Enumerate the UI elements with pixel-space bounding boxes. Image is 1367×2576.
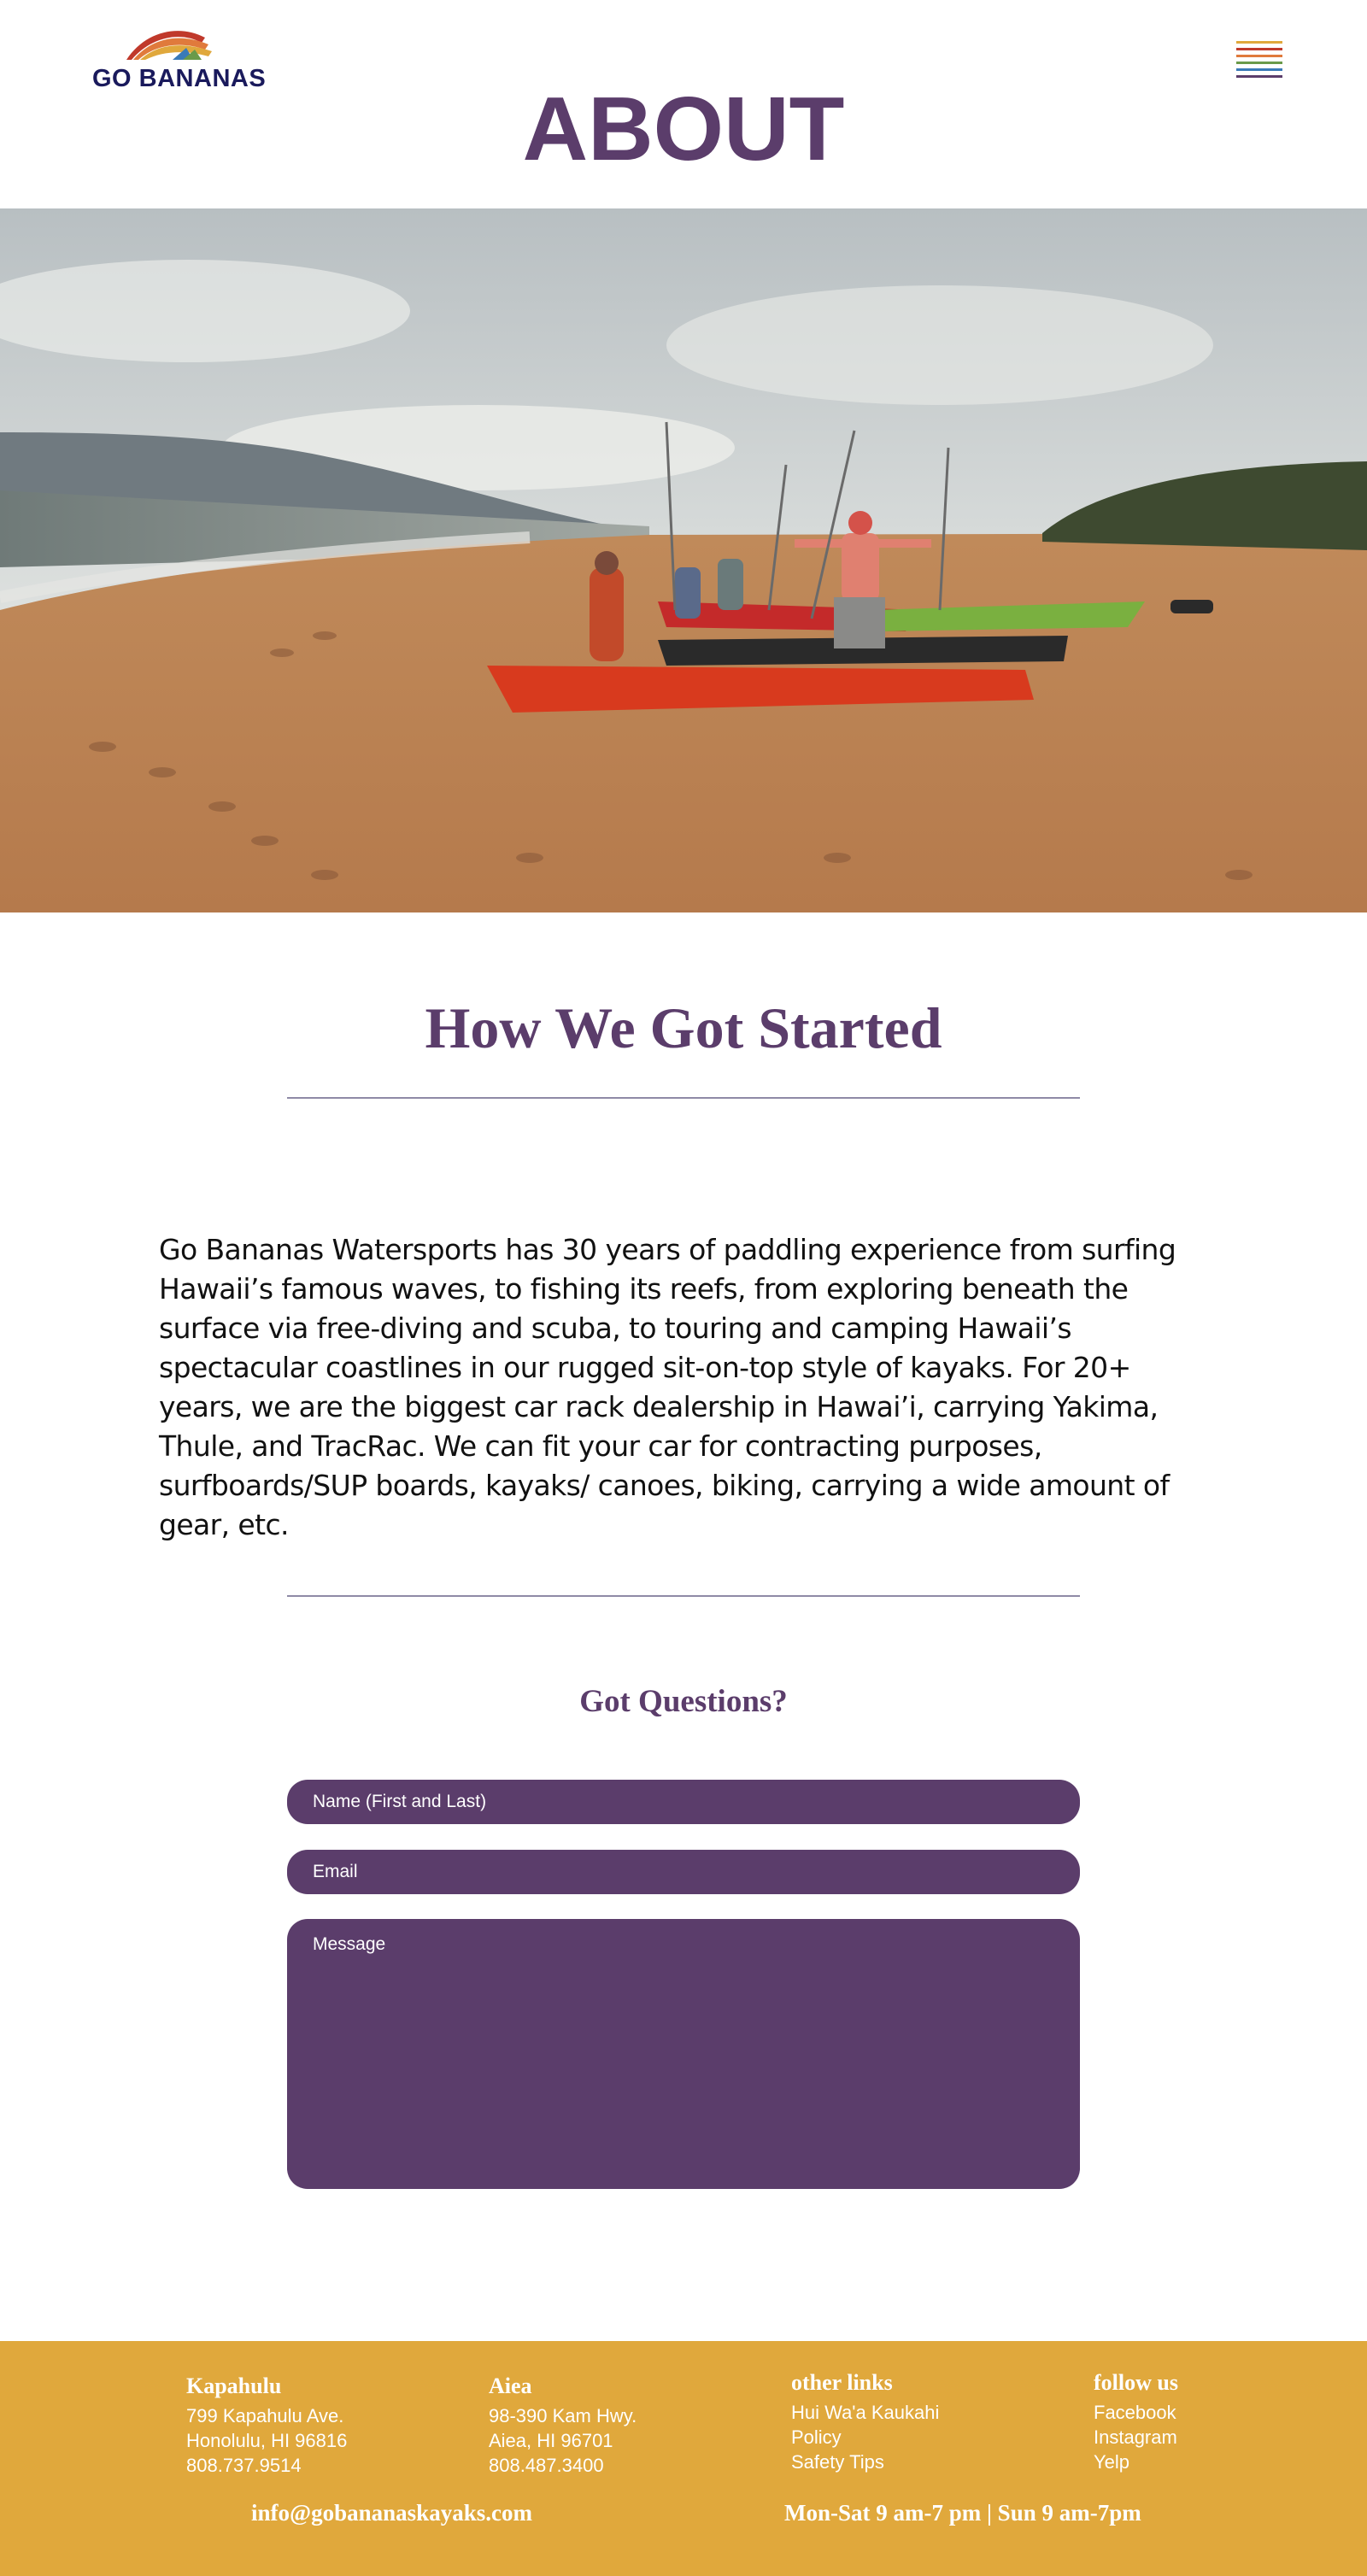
- divider: [287, 1595, 1080, 1597]
- intro-paragraph: Go Bananas Watersports has 30 years of p…: [159, 1233, 1176, 1541]
- menu-stripe: [1236, 68, 1282, 71]
- menu-stripe: [1236, 75, 1282, 78]
- hamburger-menu-icon[interactable]: [1236, 41, 1282, 79]
- footer-other-links: other links Hui Wa'a Kaukahi Policy Safe…: [791, 2370, 939, 2474]
- address-line: 98-390 Kam Hwy.: [489, 2405, 637, 2426]
- menu-stripe: [1236, 62, 1282, 64]
- divider: [287, 1097, 1080, 1099]
- email-field[interactable]: [287, 1850, 1080, 1894]
- hero-image: [0, 208, 1367, 912]
- form-title: Got Questions?: [579, 1684, 788, 1719]
- footer-heading: Aiea: [489, 2374, 532, 2398]
- menu-stripe: [1236, 55, 1282, 57]
- menu-stripe: [1236, 41, 1282, 44]
- footer-follow-us: follow us Facebook Instagram Yelp: [1094, 2370, 1178, 2474]
- site-footer: Kapahulu 799 Kapahulu Ave. Honolulu, HI …: [0, 2341, 1367, 2576]
- footer-heading: other links: [791, 2370, 893, 2395]
- logo-wave-icon: [126, 31, 212, 60]
- footer-hours: Mon-Sat 9 am-7 pm | Sun 9 am-7pm: [784, 2500, 1141, 2526]
- footer-heading: Kapahulu: [186, 2374, 282, 2398]
- link-yelp[interactable]: Yelp: [1094, 2450, 1178, 2474]
- menu-stripe: [1236, 48, 1282, 50]
- phone-number[interactable]: 808.737.9514: [186, 2453, 347, 2478]
- message-field[interactable]: [287, 1919, 1080, 2189]
- footer-kapahulu: Kapahulu 799 Kapahulu Ave. Honolulu, HI …: [186, 2374, 347, 2478]
- address-line: Honolulu, HI 96816: [186, 2430, 348, 2451]
- footer-email-link[interactable]: info@gobananaskayaks.com: [251, 2500, 532, 2526]
- link-safety-tips[interactable]: Safety Tips: [791, 2450, 939, 2474]
- link-policy[interactable]: Policy: [791, 2425, 939, 2450]
- link-facebook[interactable]: Facebook: [1094, 2400, 1178, 2425]
- phone-number[interactable]: 808.487.3400: [489, 2453, 637, 2478]
- address-line: Aiea, HI 96701: [489, 2430, 613, 2451]
- section-title: How We Got Started: [425, 995, 942, 1060]
- name-field[interactable]: [287, 1780, 1080, 1824]
- footer-heading: follow us: [1094, 2370, 1178, 2395]
- site-header: GO BANANAS ABOUT: [0, 0, 1367, 208]
- address-line: 799 Kapahulu Ave.: [186, 2405, 344, 2426]
- link-hui-waa-kaukahi[interactable]: Hui Wa'a Kaukahi: [791, 2400, 939, 2425]
- link-instagram[interactable]: Instagram: [1094, 2425, 1178, 2450]
- footer-aiea: Aiea 98-390 Kam Hwy. Aiea, HI 96701 808.…: [489, 2374, 637, 2478]
- page-title: ABOUT: [522, 79, 845, 179]
